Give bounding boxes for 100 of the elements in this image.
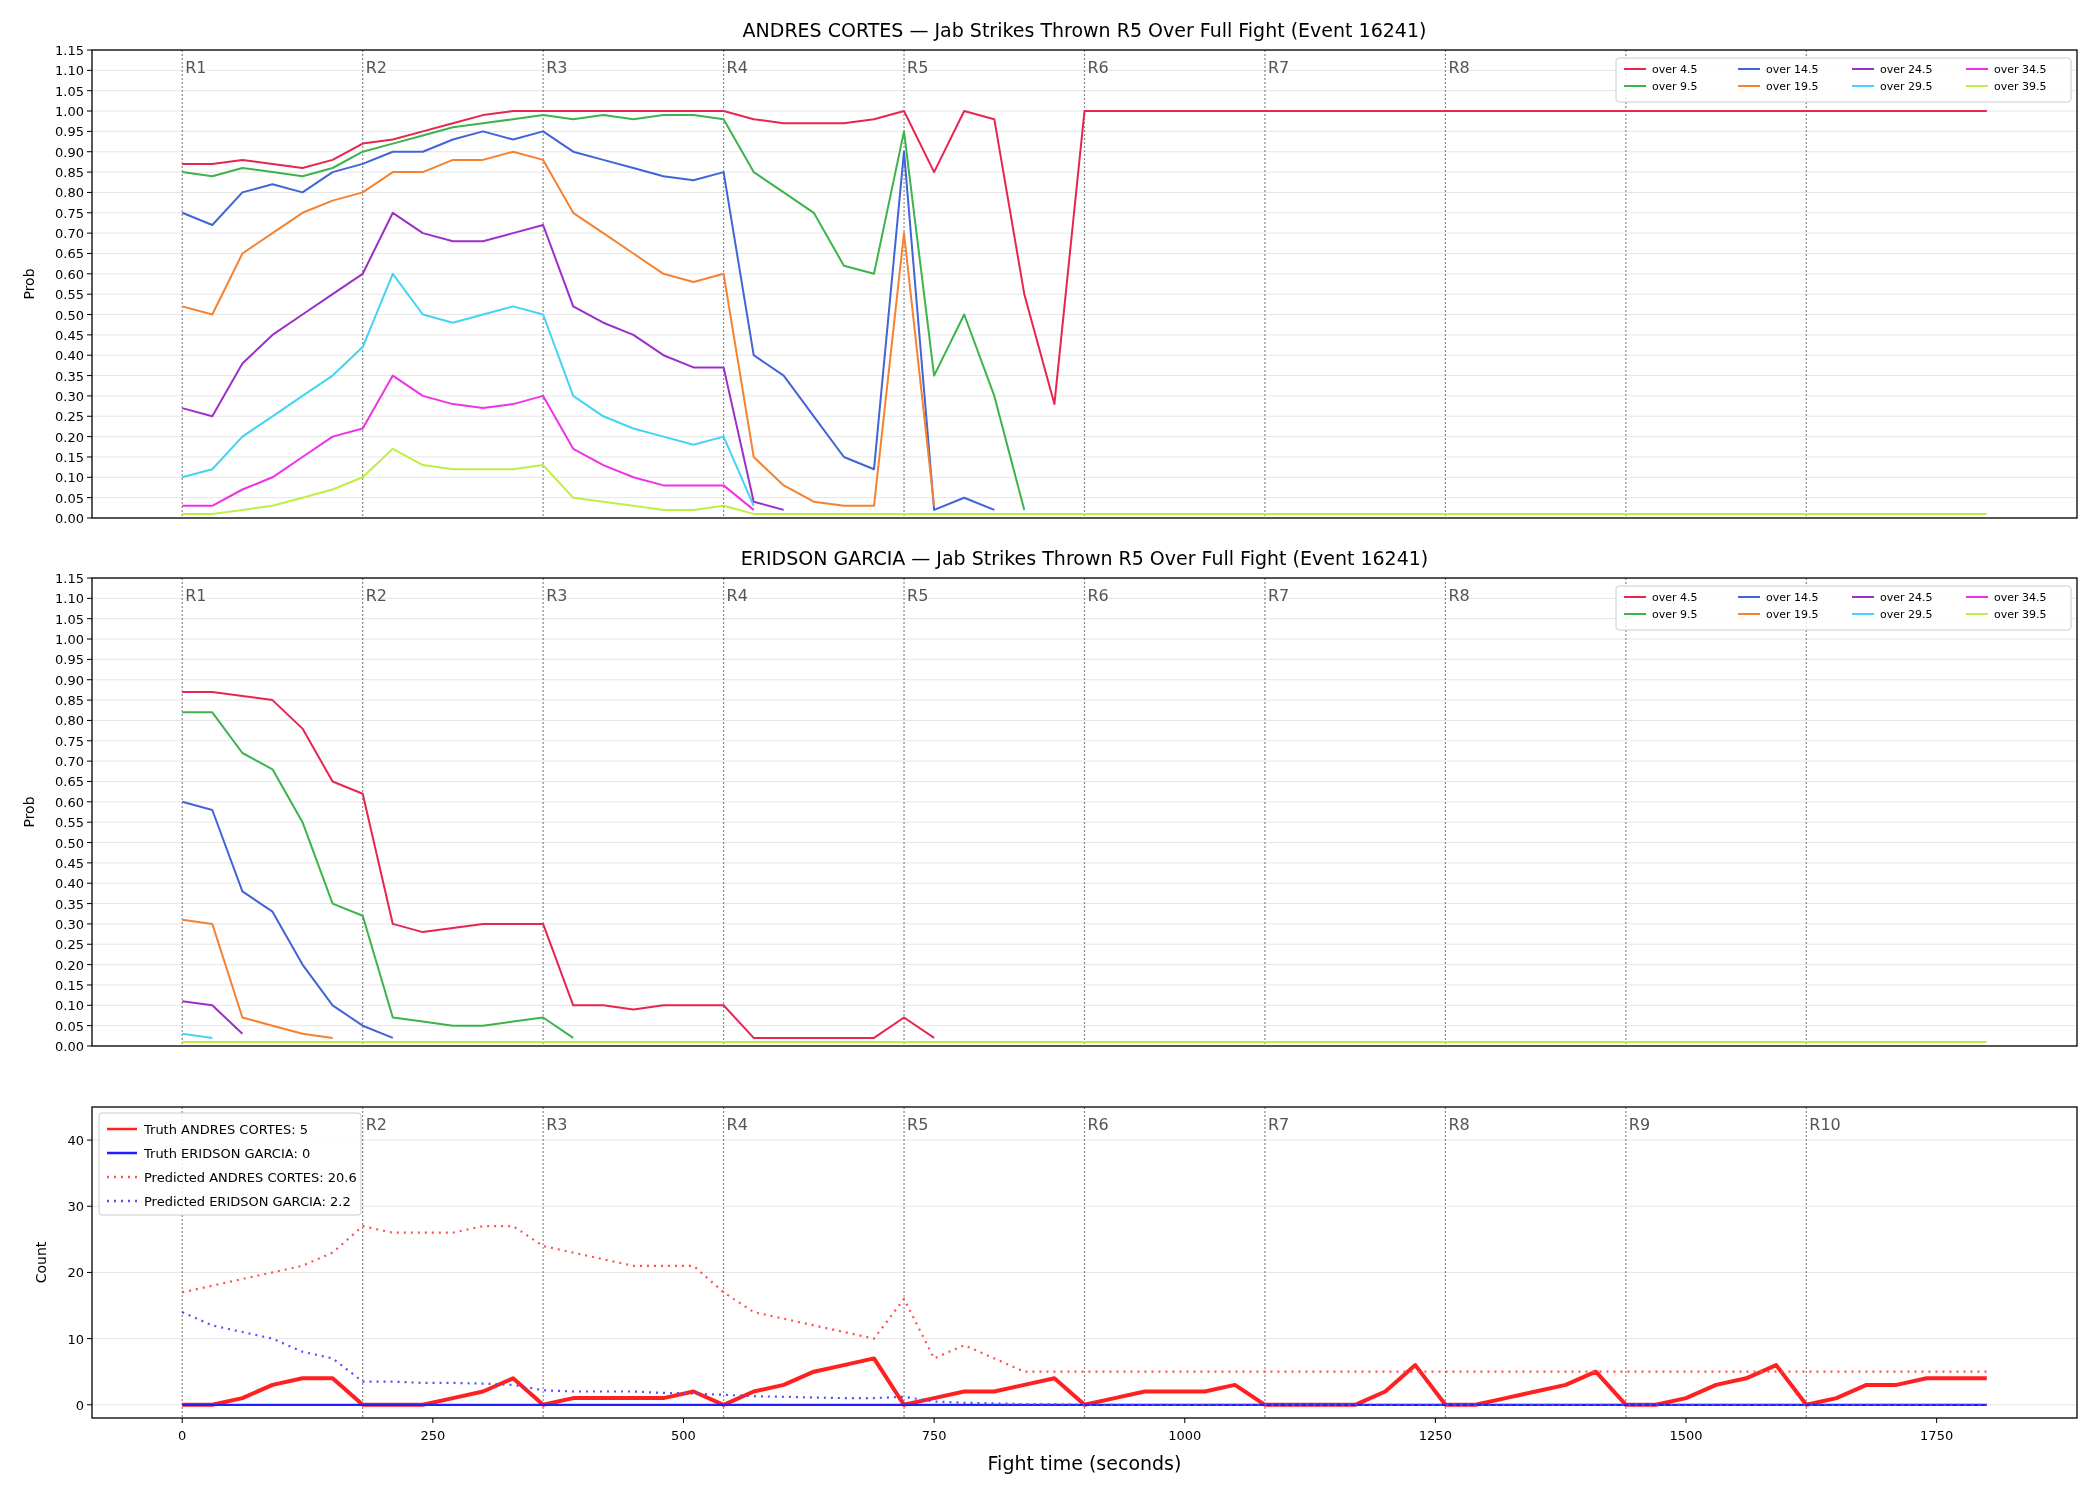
x-tick-label: 1000 [1168, 1428, 1202, 1443]
x-tick-label: 1750 [1920, 1428, 1954, 1443]
y-tick-label: 0.45 [55, 327, 84, 343]
x-tick-label: 250 [420, 1428, 446, 1443]
x-tick-label: 1250 [1418, 1428, 1452, 1443]
y-tick-label: 30 [67, 1199, 84, 1215]
y-tick-label: 0.50 [55, 307, 84, 323]
round-label: R8 [1448, 58, 1470, 77]
legend-swatch [107, 1127, 137, 1131]
y-tick-label: 1.05 [55, 611, 84, 627]
round-label: R3 [546, 58, 568, 77]
round-label: R4 [726, 586, 748, 605]
round-label: R1 [185, 58, 207, 77]
round-label: R7 [1267, 586, 1290, 605]
round-label: R3 [546, 1115, 568, 1134]
round-label: R4 [726, 58, 748, 77]
y-tick-label: 0.90 [55, 144, 84, 160]
y-tick-label: 0.95 [55, 124, 84, 140]
round-label: R1 [185, 586, 207, 605]
legend-swatch [107, 1199, 137, 1203]
y-tick-label: 0.80 [55, 185, 84, 201]
legend-label: over 39.5 [1994, 80, 2047, 93]
legend-label: over 29.5 [1880, 608, 1933, 621]
y-tick-label: 0.80 [55, 713, 84, 729]
y-tick-label: 0.45 [55, 855, 84, 871]
legend-label: over 19.5 [1766, 608, 1819, 621]
round-label: R5 [907, 1115, 929, 1134]
legend-swatch [107, 1151, 137, 1155]
round-label: R2 [365, 586, 387, 605]
y-tick-label: 0.30 [55, 388, 84, 404]
round-label: R8 [1448, 586, 1470, 605]
y-tick-label: 0.10 [55, 470, 84, 486]
y-tick-label: 0.70 [55, 226, 84, 242]
legend-swatch [107, 1175, 137, 1179]
y-tick-label: 1.00 [55, 104, 84, 120]
legend-label: over 34.5 [1994, 63, 2047, 76]
legend-label: over 34.5 [1994, 591, 2047, 604]
round-label: R8 [1448, 1115, 1470, 1134]
y-tick-label: 0.95 [55, 652, 84, 668]
round-label: R5 [907, 586, 929, 605]
axis-title: Count [33, 1241, 49, 1284]
y-tick-label: 1.15 [55, 571, 84, 586]
round-label: R6 [1087, 58, 1109, 77]
legend-label: Truth ERIDSON GARCIA: 0 [144, 1146, 311, 1161]
y-tick-label: 0.00 [55, 511, 84, 526]
round-label: R9 [1628, 1115, 1651, 1134]
chart-title: ERIDSON GARCIA — Jab Strikes Thrown R5 Over Full Fight (Event 16241) [740, 547, 1429, 569]
y-tick-label: 0.40 [55, 348, 84, 364]
y-tick-label: 0.05 [55, 1018, 84, 1034]
chart-title: ANDRES CORTES — Jab Strikes Thrown R5 Over Full Fight (Event 16241) [742, 19, 1427, 41]
round-label: R7 [1267, 58, 1290, 77]
y-tick-label: 0.85 [55, 693, 84, 709]
round-label: R2 [365, 1115, 387, 1134]
y-tick-label: 0.55 [55, 287, 84, 303]
legend-label: over 39.5 [1994, 608, 2047, 621]
y-tick-label: 10 [67, 1331, 84, 1347]
round-label: R3 [546, 586, 568, 605]
y-tick-label: 1.10 [55, 63, 84, 79]
y-tick-label: 0.90 [55, 672, 84, 688]
legend-label: over 14.5 [1766, 63, 1819, 76]
y-tick-label: 0.25 [55, 937, 84, 953]
axis-title: Prob [21, 268, 37, 300]
axis-title: Fight time (seconds) [987, 1452, 1182, 1474]
y-tick-label: 0.65 [55, 774, 84, 790]
y-tick-label: 0.70 [55, 754, 84, 770]
y-tick-label: 0.00 [55, 1039, 84, 1054]
y-tick-label: 1.05 [55, 83, 84, 99]
round-label: R10 [1809, 1115, 1841, 1134]
legend-label: over 24.5 [1880, 63, 1933, 76]
legend-label: Truth ANDRES CORTES: 5 [144, 1122, 308, 1137]
x-tick-label: 750 [921, 1428, 947, 1443]
y-tick-label: 0.75 [55, 205, 84, 221]
y-tick-label: 0.60 [55, 794, 84, 810]
legend-label: Predicted ANDRES CORTES: 20.6 [144, 1170, 357, 1185]
y-tick-label: 0.55 [55, 815, 84, 831]
legend-label: over 4.5 [1652, 63, 1698, 76]
y-tick-label: 1.00 [55, 632, 84, 648]
x-tick-label: 500 [671, 1428, 696, 1443]
y-tick-label: 0.15 [55, 977, 84, 993]
legend-label: over 4.5 [1652, 591, 1698, 604]
y-tick-label: 0.35 [55, 368, 84, 384]
y-tick-label: 0.15 [55, 449, 84, 465]
x-tick-label: 0 [178, 1428, 187, 1443]
y-tick-label: 0.20 [55, 957, 84, 973]
x-tick-label: 1500 [1669, 1428, 1703, 1443]
legend-label: over 9.5 [1652, 608, 1698, 621]
axis-title: Prob [21, 796, 37, 828]
round-label: R7 [1267, 1115, 1290, 1134]
legend-label: over 14.5 [1766, 591, 1819, 604]
legend-label: Predicted ERIDSON GARCIA: 2.2 [144, 1194, 351, 1209]
y-tick-label: 1.15 [55, 43, 84, 58]
legend-label: over 29.5 [1880, 80, 1933, 93]
y-tick-label: 0.10 [55, 998, 84, 1014]
round-label: R4 [726, 1115, 748, 1134]
y-tick-label: 40 [67, 1133, 84, 1149]
y-tick-label: 0.05 [55, 490, 84, 506]
y-tick-label: 0.50 [55, 835, 84, 851]
legend-label: over 24.5 [1880, 591, 1933, 604]
y-tick-label: 1.10 [55, 591, 84, 607]
round-label: R6 [1087, 586, 1109, 605]
